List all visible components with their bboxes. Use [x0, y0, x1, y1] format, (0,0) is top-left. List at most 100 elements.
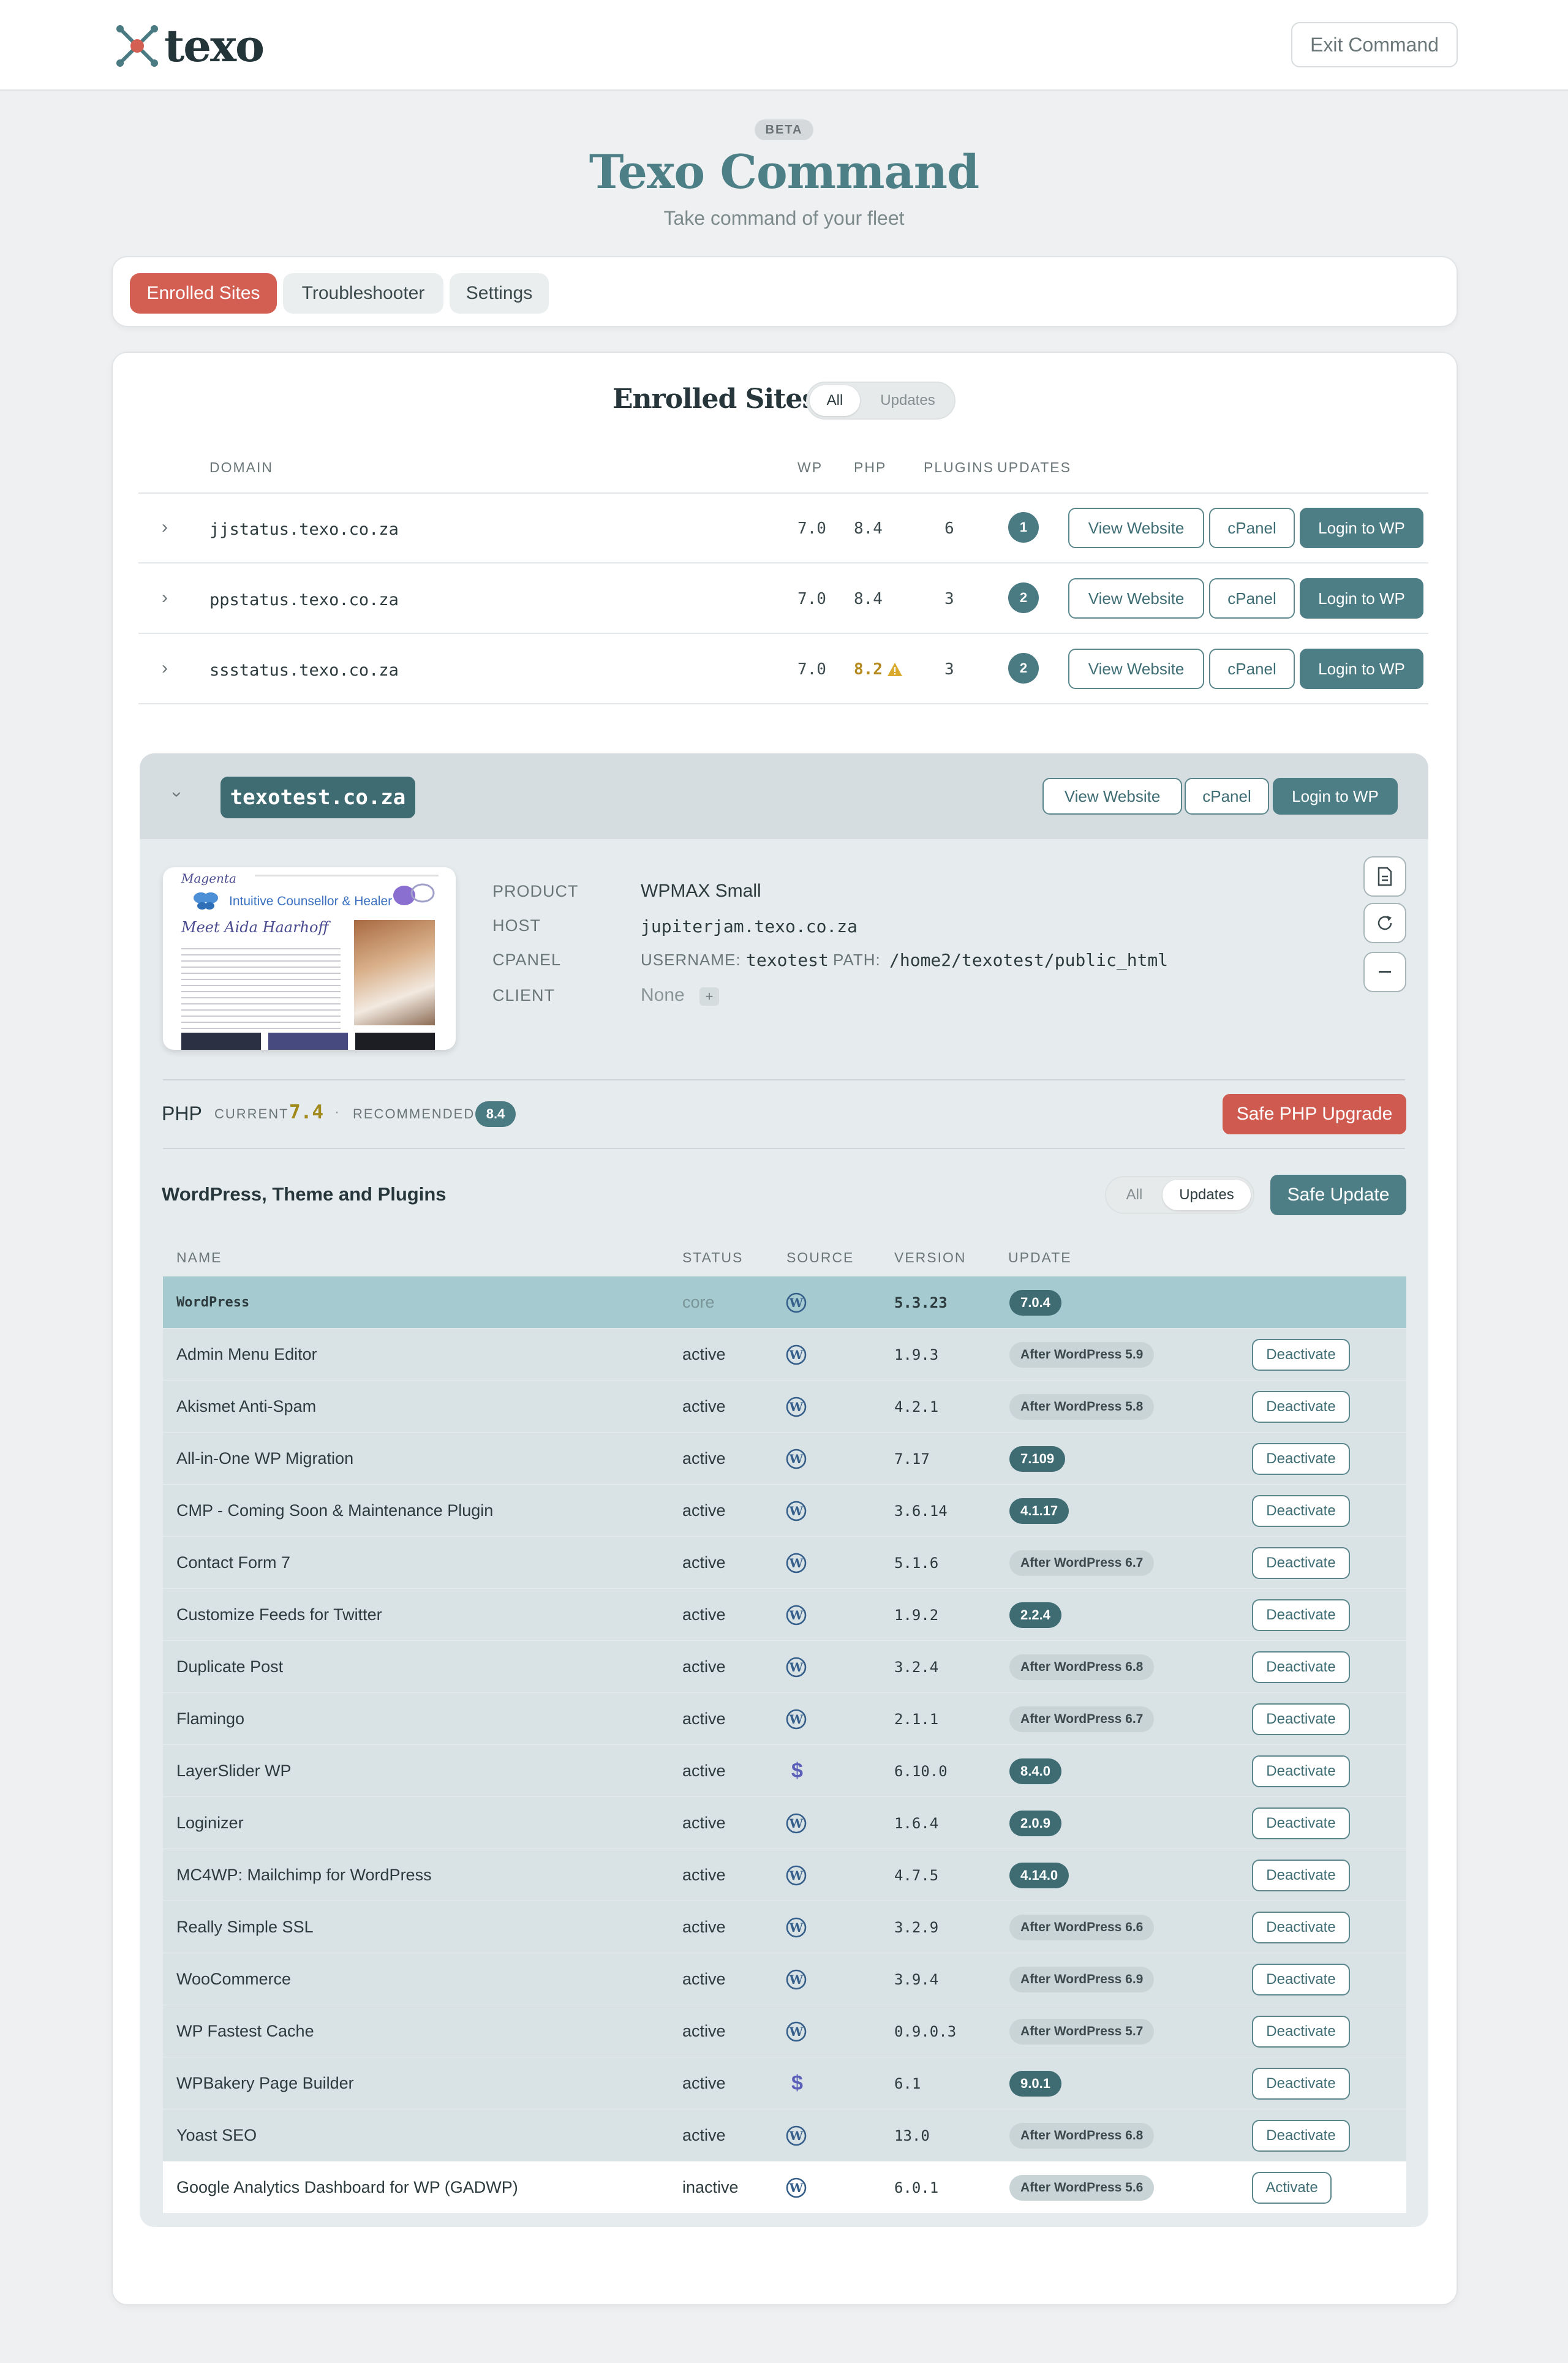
- tab-enrolled-sites[interactable]: Enrolled Sites: [130, 273, 277, 314]
- update-after-badge: After WordPress 6.8: [1009, 2122, 1155, 2149]
- plugin-status: active: [682, 1762, 726, 1780]
- wordpress-icon: W: [785, 1381, 807, 1433]
- wordpress-icon: W: [785, 1276, 807, 1328]
- exit-command-button[interactable]: Exit Command: [1291, 22, 1458, 67]
- view-website-button[interactable]: View Website: [1068, 508, 1204, 548]
- php-current-value: 7.4: [289, 1101, 323, 1123]
- chevron-down-icon[interactable]: ›: [167, 791, 187, 797]
- site-domain[interactable]: ppstatus.texo.co.za: [209, 590, 399, 609]
- plugin-action-cell: Deactivate: [1252, 1328, 1350, 1381]
- login-to-wp-button[interactable]: Login to WP: [1300, 578, 1423, 619]
- deactivate-button[interactable]: Deactivate: [1252, 1338, 1350, 1371]
- plugin-name: Google Analytics Dashboard for WP (GADWP…: [176, 2178, 518, 2196]
- deactivate-button[interactable]: Deactivate: [1252, 1494, 1350, 1527]
- top-bar: texo Exit Command: [0, 0, 1568, 91]
- cpanel-button[interactable]: cPanel: [1209, 649, 1295, 689]
- col-php: PHP: [854, 459, 887, 475]
- site-domain[interactable]: ssstatus.texo.co.za: [209, 661, 399, 680]
- plugin-action-cell: Deactivate: [1252, 1537, 1350, 1589]
- cpanel-button[interactable]: cPanel: [1209, 578, 1295, 619]
- plugin-update-cell: 4.1.17: [1009, 1485, 1069, 1537]
- deactivate-button[interactable]: Deactivate: [1252, 2119, 1350, 2152]
- update-version-badge: 9.0.1: [1009, 2070, 1061, 2097]
- chevron-right-icon[interactable]: ›: [162, 658, 168, 679]
- col-name: NAME: [176, 1249, 222, 1265]
- deactivate-button[interactable]: Deactivate: [1252, 1755, 1350, 1787]
- safe-update-button[interactable]: Safe Update: [1270, 1175, 1406, 1215]
- plugin-version: 5.1.6: [894, 1554, 939, 1572]
- svg-text:W: W: [789, 2128, 804, 2143]
- tab-troubleshooter[interactable]: Troubleshooter: [283, 273, 443, 314]
- deactivate-button[interactable]: Deactivate: [1252, 1599, 1350, 1631]
- deactivate-button[interactable]: Deactivate: [1252, 1442, 1350, 1475]
- view-website-button[interactable]: View Website: [1068, 578, 1204, 619]
- chevron-right-icon[interactable]: ›: [162, 517, 168, 538]
- plugin-version: 3.9.4: [894, 1970, 939, 1988]
- add-client-button[interactable]: +: [699, 987, 719, 1006]
- svg-text:W: W: [789, 1712, 804, 1727]
- login-to-wp-button[interactable]: Login to WP: [1300, 508, 1423, 548]
- tab-settings[interactable]: Settings: [450, 273, 549, 314]
- deactivate-button[interactable]: Deactivate: [1252, 1859, 1350, 1891]
- texo-logo[interactable]: texo: [114, 23, 265, 69]
- plugin-status: active: [682, 1866, 726, 1884]
- col-source: SOURCE: [786, 1249, 854, 1265]
- plugin-name: Duplicate Post: [176, 1657, 284, 1676]
- plugin-update-cell: 4.14.0: [1009, 1849, 1069, 1901]
- site-screenshot-thumbnail[interactable]: Magenta Intuitive Counsellor & Healer Me…: [163, 867, 456, 1050]
- refresh-button[interactable]: [1363, 903, 1406, 943]
- safe-php-upgrade-button[interactable]: Safe PHP Upgrade: [1223, 1094, 1406, 1134]
- plugin-version: 4.2.1: [894, 1398, 939, 1415]
- view-website-button[interactable]: View Website: [1068, 649, 1204, 689]
- filter-all-option[interactable]: All: [1109, 1180, 1160, 1210]
- separator-dot: ·: [334, 1104, 339, 1120]
- deactivate-button[interactable]: Deactivate: [1252, 1390, 1350, 1423]
- deactivate-button[interactable]: Deactivate: [1252, 1807, 1350, 1839]
- plugin-update-cell: After WordPress 6.9: [1009, 1953, 1155, 2005]
- col-plugins: PLUGINS: [924, 459, 994, 475]
- site-domain[interactable]: jjstatus.texo.co.za: [209, 520, 399, 539]
- cpanel-username-label: USERNAME:: [641, 951, 741, 969]
- client-label: CLIENT: [492, 986, 556, 1004]
- view-website-button[interactable]: View Website: [1042, 778, 1182, 815]
- plugin-status: active: [682, 1657, 726, 1676]
- deactivate-button[interactable]: Deactivate: [1252, 1651, 1350, 1683]
- deactivate-button[interactable]: Deactivate: [1252, 1911, 1350, 1943]
- filter-all-option[interactable]: All: [810, 385, 860, 416]
- site-plugins-count: 3: [944, 590, 954, 608]
- filter-updates-option[interactable]: Updates: [864, 385, 952, 416]
- site-wp-version: 7.0: [797, 590, 826, 608]
- plugin-version: 3.2.9: [894, 1918, 939, 1936]
- host-label: HOST: [492, 916, 541, 935]
- wordpress-icon: W: [785, 2161, 807, 2214]
- activate-button[interactable]: Activate: [1252, 2171, 1332, 2204]
- svg-text:W: W: [789, 1608, 804, 1622]
- cpanel-button[interactable]: cPanel: [1209, 508, 1295, 548]
- deactivate-button[interactable]: Deactivate: [1252, 1703, 1350, 1735]
- deactivate-button[interactable]: Deactivate: [1252, 2015, 1350, 2048]
- update-version-badge: 8.4.0: [1009, 1758, 1061, 1784]
- site-updates-badge: 2: [1008, 653, 1039, 684]
- texo-logo-icon: [116, 25, 158, 67]
- plugin-version: 7.17: [894, 1450, 930, 1468]
- update-after-badge: After WordPress 6.8: [1009, 1654, 1155, 1680]
- plugin-name: All-in-One WP Migration: [176, 1449, 354, 1468]
- log-button[interactable]: [1363, 856, 1406, 897]
- chevron-right-icon[interactable]: ›: [162, 587, 168, 608]
- plugin-action-cell: Deactivate: [1252, 1745, 1350, 1797]
- login-to-wp-button[interactable]: Login to WP: [1300, 649, 1423, 689]
- deactivate-button[interactable]: Deactivate: [1252, 1547, 1350, 1579]
- remove-site-button[interactable]: [1363, 952, 1406, 992]
- php-current-label: CURRENT: [214, 1106, 289, 1121]
- plugin-row: WPBakery Page Builder active $6.1 9.0.1 Deac…: [163, 2057, 1406, 2109]
- filter-updates-option[interactable]: Updates: [1163, 1180, 1251, 1210]
- plugin-action-cell: Deactivate: [1252, 1485, 1350, 1537]
- login-to-wp-button[interactable]: Login to WP: [1273, 778, 1398, 815]
- deactivate-button[interactable]: Deactivate: [1252, 1963, 1350, 1996]
- update-version-badge: 4.1.17: [1009, 1498, 1069, 1524]
- plugin-name: CMP - Coming Soon & Maintenance Plugin: [176, 1501, 494, 1520]
- deactivate-button[interactable]: Deactivate: [1252, 2067, 1350, 2100]
- plugin-row: Akismet Anti-Spam active W 4.2.1 After WordP…: [163, 1381, 1406, 1433]
- cpanel-button[interactable]: cPanel: [1185, 778, 1269, 815]
- svg-text:W: W: [789, 1295, 804, 1310]
